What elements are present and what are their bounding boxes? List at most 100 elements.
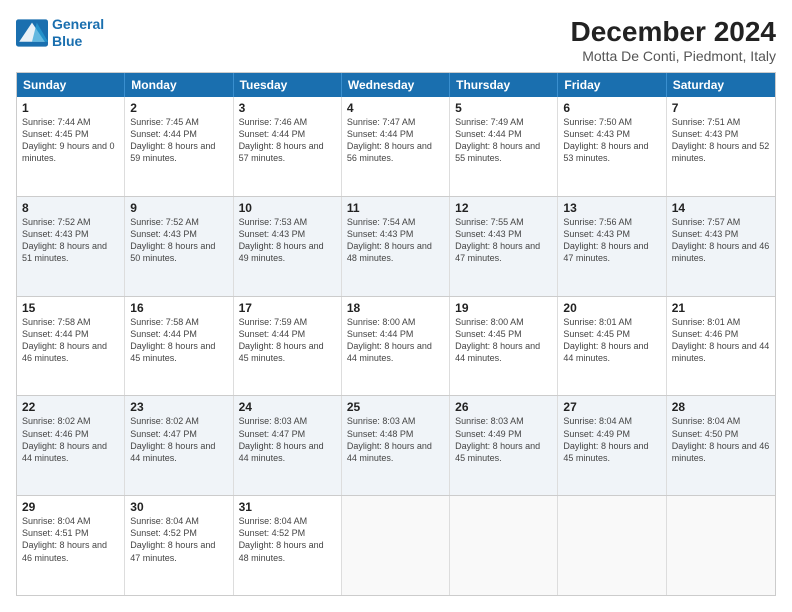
calendar-cell: 26Sunrise: 8:03 AMSunset: 4:49 PMDayligh… [450,396,558,495]
calendar-cell: 2Sunrise: 7:45 AMSunset: 4:44 PMDaylight… [125,97,233,196]
cell-info: Sunrise: 7:53 AMSunset: 4:43 PMDaylight:… [239,216,336,265]
day-number: 9 [130,201,227,215]
day-number: 7 [672,101,770,115]
cell-info: Sunrise: 7:49 AMSunset: 4:44 PMDaylight:… [455,116,552,165]
day-number: 26 [455,400,552,414]
calendar-cell: 1Sunrise: 7:44 AMSunset: 4:45 PMDaylight… [17,97,125,196]
calendar-cell: 31Sunrise: 8:04 AMSunset: 4:52 PMDayligh… [234,496,342,595]
header-day-friday: Friday [558,73,666,97]
cell-info: Sunrise: 8:04 AMSunset: 4:49 PMDaylight:… [563,415,660,464]
day-number: 10 [239,201,336,215]
day-number: 29 [22,500,119,514]
header-day-wednesday: Wednesday [342,73,450,97]
calendar-cell: 15Sunrise: 7:58 AMSunset: 4:44 PMDayligh… [17,297,125,396]
calendar-cell: 14Sunrise: 7:57 AMSunset: 4:43 PMDayligh… [667,197,775,296]
calendar-row-4: 22Sunrise: 8:02 AMSunset: 4:46 PMDayligh… [17,395,775,495]
calendar-row-1: 1Sunrise: 7:44 AMSunset: 4:45 PMDaylight… [17,97,775,196]
day-number: 18 [347,301,444,315]
cell-info: Sunrise: 8:01 AMSunset: 4:46 PMDaylight:… [672,316,770,365]
calendar-cell: 22Sunrise: 8:02 AMSunset: 4:46 PMDayligh… [17,396,125,495]
cell-info: Sunrise: 8:00 AMSunset: 4:44 PMDaylight:… [347,316,444,365]
calendar-cell: 29Sunrise: 8:04 AMSunset: 4:51 PMDayligh… [17,496,125,595]
cell-info: Sunrise: 8:04 AMSunset: 4:50 PMDaylight:… [672,415,770,464]
cell-info: Sunrise: 8:02 AMSunset: 4:46 PMDaylight:… [22,415,119,464]
day-number: 8 [22,201,119,215]
calendar-cell: 16Sunrise: 7:58 AMSunset: 4:44 PMDayligh… [125,297,233,396]
cell-info: Sunrise: 7:50 AMSunset: 4:43 PMDaylight:… [563,116,660,165]
calendar-cell: 13Sunrise: 7:56 AMSunset: 4:43 PMDayligh… [558,197,666,296]
calendar-row-3: 15Sunrise: 7:58 AMSunset: 4:44 PMDayligh… [17,296,775,396]
calendar-cell: 17Sunrise: 7:59 AMSunset: 4:44 PMDayligh… [234,297,342,396]
cell-info: Sunrise: 7:55 AMSunset: 4:43 PMDaylight:… [455,216,552,265]
cell-info: Sunrise: 7:58 AMSunset: 4:44 PMDaylight:… [22,316,119,365]
calendar-cell: 18Sunrise: 8:00 AMSunset: 4:44 PMDayligh… [342,297,450,396]
logo-line1: General [52,16,104,32]
calendar-cell: 12Sunrise: 7:55 AMSunset: 4:43 PMDayligh… [450,197,558,296]
day-number: 28 [672,400,770,414]
day-number: 12 [455,201,552,215]
cell-info: Sunrise: 7:51 AMSunset: 4:43 PMDaylight:… [672,116,770,165]
calendar-cell: 3Sunrise: 7:46 AMSunset: 4:44 PMDaylight… [234,97,342,196]
cell-info: Sunrise: 8:04 AMSunset: 4:52 PMDaylight:… [130,515,227,564]
day-number: 22 [22,400,119,414]
cell-info: Sunrise: 7:59 AMSunset: 4:44 PMDaylight:… [239,316,336,365]
calendar-cell [450,496,558,595]
calendar-cell [558,496,666,595]
day-number: 17 [239,301,336,315]
calendar-cell: 9Sunrise: 7:52 AMSunset: 4:43 PMDaylight… [125,197,233,296]
header-day-monday: Monday [125,73,233,97]
day-number: 2 [130,101,227,115]
day-number: 11 [347,201,444,215]
header: General Blue December 2024 Motta De Cont… [16,16,776,64]
header-day-saturday: Saturday [667,73,775,97]
day-number: 30 [130,500,227,514]
header-day-thursday: Thursday [450,73,558,97]
calendar-cell: 28Sunrise: 8:04 AMSunset: 4:50 PMDayligh… [667,396,775,495]
day-number: 16 [130,301,227,315]
day-number: 4 [347,101,444,115]
calendar-cell [667,496,775,595]
subtitle: Motta De Conti, Piedmont, Italy [571,48,776,64]
calendar-header: SundayMondayTuesdayWednesdayThursdayFrid… [17,73,775,97]
cell-info: Sunrise: 7:57 AMSunset: 4:43 PMDaylight:… [672,216,770,265]
logo-icon [16,19,48,47]
day-number: 24 [239,400,336,414]
calendar-row-5: 29Sunrise: 8:04 AMSunset: 4:51 PMDayligh… [17,495,775,595]
calendar-cell: 5Sunrise: 7:49 AMSunset: 4:44 PMDaylight… [450,97,558,196]
page: General Blue December 2024 Motta De Cont… [0,0,792,612]
logo-text: General Blue [52,16,104,50]
calendar-cell: 4Sunrise: 7:47 AMSunset: 4:44 PMDaylight… [342,97,450,196]
day-number: 5 [455,101,552,115]
cell-info: Sunrise: 8:03 AMSunset: 4:47 PMDaylight:… [239,415,336,464]
calendar-cell: 30Sunrise: 8:04 AMSunset: 4:52 PMDayligh… [125,496,233,595]
calendar-cell: 8Sunrise: 7:52 AMSunset: 4:43 PMDaylight… [17,197,125,296]
title-block: December 2024 Motta De Conti, Piedmont, … [571,16,776,64]
cell-info: Sunrise: 8:00 AMSunset: 4:45 PMDaylight:… [455,316,552,365]
cell-info: Sunrise: 8:03 AMSunset: 4:49 PMDaylight:… [455,415,552,464]
header-day-sunday: Sunday [17,73,125,97]
calendar-cell: 10Sunrise: 7:53 AMSunset: 4:43 PMDayligh… [234,197,342,296]
day-number: 27 [563,400,660,414]
calendar-cell: 19Sunrise: 8:00 AMSunset: 4:45 PMDayligh… [450,297,558,396]
calendar-cell: 7Sunrise: 7:51 AMSunset: 4:43 PMDaylight… [667,97,775,196]
calendar-cell: 6Sunrise: 7:50 AMSunset: 4:43 PMDaylight… [558,97,666,196]
day-number: 20 [563,301,660,315]
calendar-body: 1Sunrise: 7:44 AMSunset: 4:45 PMDaylight… [17,97,775,595]
day-number: 13 [563,201,660,215]
cell-info: Sunrise: 8:03 AMSunset: 4:48 PMDaylight:… [347,415,444,464]
calendar-cell: 21Sunrise: 8:01 AMSunset: 4:46 PMDayligh… [667,297,775,396]
day-number: 14 [672,201,770,215]
calendar-cell: 25Sunrise: 8:03 AMSunset: 4:48 PMDayligh… [342,396,450,495]
calendar: SundayMondayTuesdayWednesdayThursdayFrid… [16,72,776,596]
cell-info: Sunrise: 7:45 AMSunset: 4:44 PMDaylight:… [130,116,227,165]
cell-info: Sunrise: 8:04 AMSunset: 4:51 PMDaylight:… [22,515,119,564]
day-number: 23 [130,400,227,414]
day-number: 21 [672,301,770,315]
cell-info: Sunrise: 7:56 AMSunset: 4:43 PMDaylight:… [563,216,660,265]
cell-info: Sunrise: 7:47 AMSunset: 4:44 PMDaylight:… [347,116,444,165]
day-number: 15 [22,301,119,315]
calendar-cell: 27Sunrise: 8:04 AMSunset: 4:49 PMDayligh… [558,396,666,495]
day-number: 19 [455,301,552,315]
calendar-cell: 11Sunrise: 7:54 AMSunset: 4:43 PMDayligh… [342,197,450,296]
cell-info: Sunrise: 7:58 AMSunset: 4:44 PMDaylight:… [130,316,227,365]
